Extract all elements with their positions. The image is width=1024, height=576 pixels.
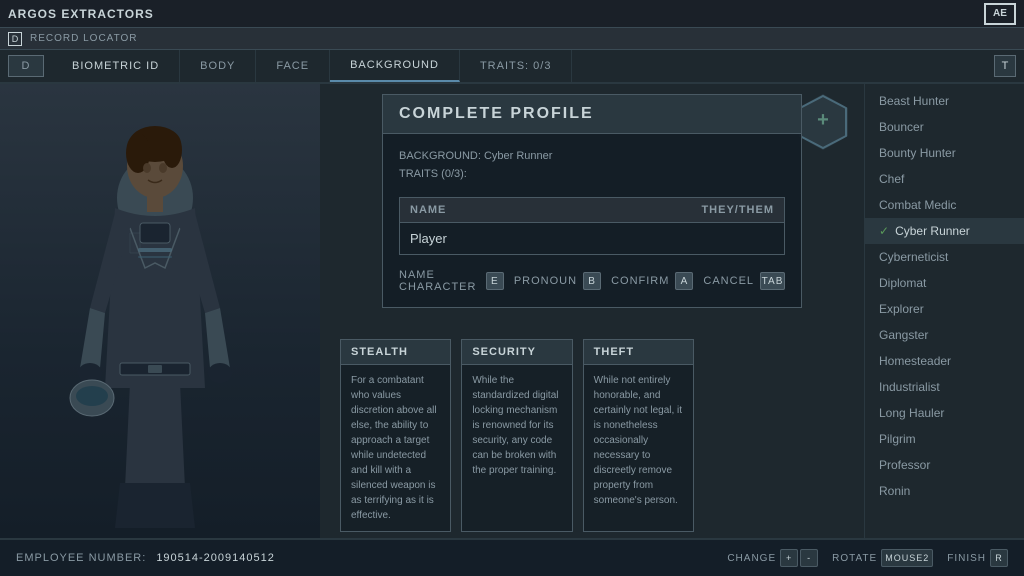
- complete-profile-modal: COMPLETE PROFILE BACKGROUND: Cyber Runne…: [382, 94, 802, 308]
- nav-face[interactable]: FACE: [256, 50, 330, 82]
- key-r[interactable]: R: [990, 549, 1008, 567]
- character-model: [20, 108, 290, 538]
- finish-btn[interactable]: FINISH R: [947, 549, 1008, 567]
- sidebar-item-bounty-hunter[interactable]: Bounty Hunter: [865, 140, 1024, 166]
- action-cancel-label: CANCEL: [703, 275, 754, 287]
- cyber-runner-label: Cyber Runner: [895, 224, 970, 238]
- gangster-label: Gangster: [879, 328, 928, 342]
- nav-bar: D BIOMETRIC ID BODY FACE BACKGROUND TRAI…: [0, 50, 1024, 84]
- theft-body: While not entirely honorable, and certai…: [584, 365, 693, 516]
- sub-badge: D: [8, 32, 22, 46]
- modal-info: BACKGROUND: Cyber Runner TRAITS (0/3):: [399, 148, 785, 183]
- finish-label: FINISH: [947, 553, 986, 564]
- security-card: SECURITY While the standardized digital …: [461, 339, 572, 532]
- sidebar-item-diplomat[interactable]: Diplomat: [865, 270, 1024, 296]
- beast-hunter-label: Beast Hunter: [879, 94, 949, 108]
- modal-header: COMPLETE PROFILE: [383, 95, 801, 134]
- bounty-hunter-label: Bounty Hunter: [879, 146, 956, 160]
- bottom-bar: EMPLOYEE NUMBER: 190514-2009140512 CHANG…: [0, 538, 1024, 576]
- action-name-label: NAME CHARACTER: [399, 269, 480, 293]
- pilgrim-label: Pilgrim: [879, 432, 916, 446]
- app-logo: AE: [984, 3, 1016, 25]
- sidebar-item-ronin[interactable]: Ronin: [865, 478, 1024, 504]
- center-content: Cyber Runner COMPLETE PROFILE BACKGROUND…: [320, 84, 864, 538]
- sidebar-item-combat-medic[interactable]: Combat Medic: [865, 192, 1024, 218]
- key-b[interactable]: B: [583, 272, 601, 290]
- sidebar-item-chef[interactable]: Chef: [865, 166, 1024, 192]
- table-row: Player: [400, 223, 785, 255]
- nav-body[interactable]: BODY: [180, 50, 256, 82]
- col-pronoun: THEY/THEM: [546, 198, 784, 223]
- industrialist-label: Industrialist: [879, 380, 940, 394]
- nav-traits[interactable]: TRAITS: 0/3: [460, 50, 573, 82]
- action-confirm-label: CONFIRM: [611, 275, 669, 287]
- security-header: SECURITY: [462, 340, 571, 365]
- character-area: [0, 84, 320, 538]
- sidebar-item-bouncer[interactable]: Bouncer: [865, 114, 1024, 140]
- key-e[interactable]: E: [486, 272, 504, 290]
- ronin-label: Ronin: [879, 484, 910, 498]
- stealth-header: STEALTH: [341, 340, 450, 365]
- chef-label: Chef: [879, 172, 904, 186]
- combat-medic-label: Combat Medic: [879, 198, 956, 212]
- action-pronoun-label: PRONOUN: [514, 275, 577, 287]
- employee-number: 190514-2009140512: [156, 552, 275, 564]
- character-background: [0, 84, 320, 538]
- top-bar: ARGOS EXTRACTORS AE: [0, 0, 1024, 28]
- name-table: NAME THEY/THEM Player: [399, 197, 785, 255]
- traits-info: TRAITS (0/3):: [399, 166, 785, 184]
- sub-bar: D RECORD LOCATOR: [0, 28, 1024, 50]
- nav-background[interactable]: BACKGROUND: [330, 50, 460, 82]
- key-mouse2[interactable]: MOUSE2: [881, 549, 933, 567]
- nav-biometric[interactable]: BIOMETRIC ID: [52, 50, 180, 82]
- bg-description-area: STEALTH For a combatant who values discr…: [340, 339, 694, 532]
- background-list: Beast Hunter Bouncer Bounty Hunter Chef …: [864, 84, 1024, 538]
- stealth-body: For a combatant who values discretion ab…: [341, 365, 450, 531]
- rotate-label: ROTATE: [832, 553, 877, 564]
- security-body: While the standardized digital locking m…: [462, 365, 571, 486]
- modal-body: BACKGROUND: Cyber Runner TRAITS (0/3): N…: [383, 134, 801, 307]
- sidebar-item-beast-hunter[interactable]: Beast Hunter: [865, 88, 1024, 114]
- nav-badge-d[interactable]: D: [8, 55, 44, 77]
- sidebar-item-cyberneticist[interactable]: Cyberneticist: [865, 244, 1024, 270]
- main-content: Cyber Runner COMPLETE PROFILE BACKGROUND…: [0, 84, 1024, 538]
- theft-card: THEFT While not entirely honorable, and …: [583, 339, 694, 532]
- col-name: NAME: [400, 198, 547, 223]
- player-name: Player: [400, 223, 547, 255]
- rotate-btn[interactable]: ROTATE MOUSE2: [832, 549, 933, 567]
- cyberneticist-label: Cyberneticist: [879, 250, 948, 264]
- key-tab[interactable]: TAB: [760, 272, 785, 290]
- diplomat-label: Diplomat: [879, 276, 926, 290]
- stealth-card: STEALTH For a combatant who values discr…: [340, 339, 451, 532]
- background-info: BACKGROUND: Cyber Runner: [399, 148, 785, 166]
- homesteader-label: Homesteader: [879, 354, 951, 368]
- sidebar-item-gangster[interactable]: Gangster: [865, 322, 1024, 348]
- key-plus[interactable]: +: [780, 549, 798, 567]
- bottom-actions: CHANGE + - ROTATE MOUSE2 FINISH R: [727, 549, 1008, 567]
- check-icon: ✓: [879, 224, 889, 238]
- professor-label: Professor: [879, 458, 930, 472]
- sub-bar-text: RECORD LOCATOR: [30, 33, 138, 44]
- explorer-label: Explorer: [879, 302, 924, 316]
- employee-label: EMPLOYEE NUMBER:: [16, 552, 146, 564]
- modal-actions: NAME CHARACTER E PRONOUN B CONFIRM A CAN…: [399, 269, 785, 293]
- app-title: ARGOS EXTRACTORS: [8, 7, 154, 21]
- theft-header: THEFT: [584, 340, 693, 365]
- sidebar-item-industrialist[interactable]: Industrialist: [865, 374, 1024, 400]
- bouncer-label: Bouncer: [879, 120, 924, 134]
- change-btn[interactable]: CHANGE + -: [727, 549, 818, 567]
- key-minus[interactable]: -: [800, 549, 818, 567]
- sidebar-item-professor[interactable]: Professor: [865, 452, 1024, 478]
- sidebar-item-pilgrim[interactable]: Pilgrim: [865, 426, 1024, 452]
- svg-text:+: +: [817, 109, 829, 131]
- key-a[interactable]: A: [675, 272, 693, 290]
- long-hauler-label: Long Hauler: [879, 406, 944, 420]
- sidebar-item-long-hauler[interactable]: Long Hauler: [865, 400, 1024, 426]
- nav-badge-t[interactable]: T: [994, 55, 1016, 77]
- sidebar-item-homesteader[interactable]: Homesteader: [865, 348, 1024, 374]
- player-pronoun: [546, 223, 784, 255]
- change-label: CHANGE: [727, 553, 776, 564]
- sidebar-item-cyber-runner[interactable]: ✓ Cyber Runner: [865, 218, 1024, 244]
- sidebar-item-explorer[interactable]: Explorer: [865, 296, 1024, 322]
